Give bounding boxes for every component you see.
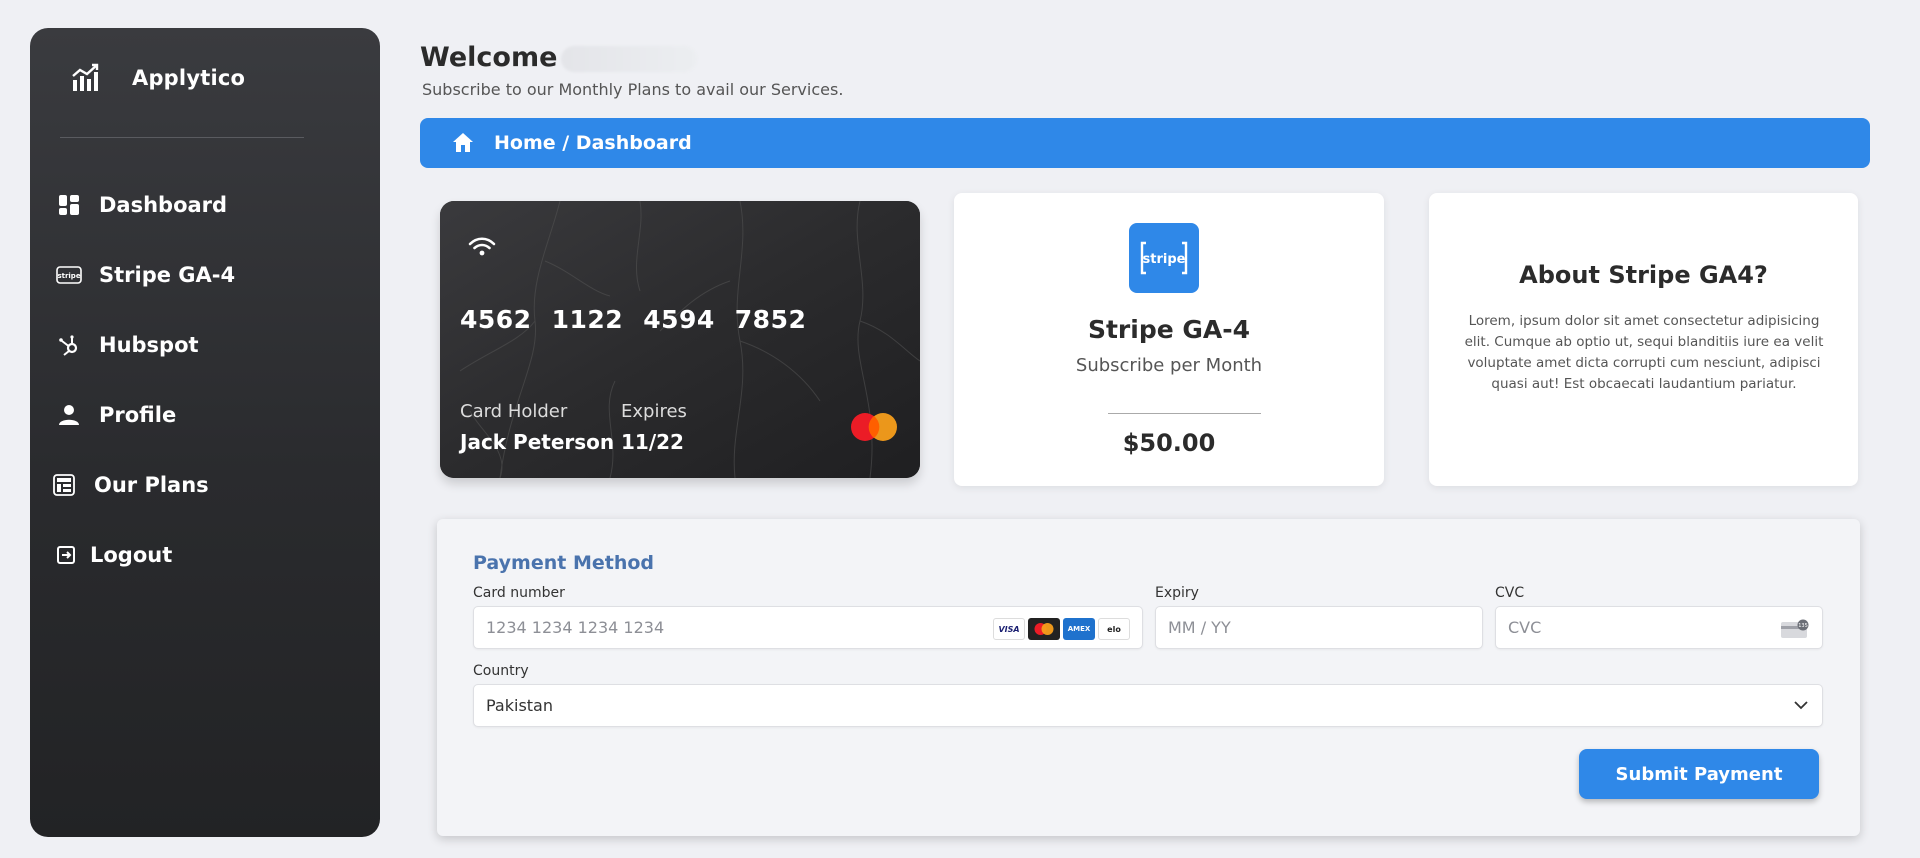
sidebar-item-our-plans[interactable]: Our Plans [30, 450, 380, 520]
sidebar-item-label: Hubspot [99, 333, 199, 357]
plan-card: stripe Stripe GA-4 Subscribe per Month $… [954, 193, 1384, 486]
mastercard-icon [1028, 618, 1060, 640]
country-value: Pakistan [486, 696, 553, 715]
card-expires-value: 11/22 [621, 430, 684, 454]
contactless-icon [468, 237, 496, 256]
plan-title: Stripe GA-4 [1087, 315, 1251, 344]
card-number-group: 1122 [551, 305, 624, 334]
card-number-group: 7852 [734, 305, 807, 334]
sidebar-item-label: Stripe GA-4 [99, 263, 236, 287]
dashboard-icon [55, 191, 83, 219]
expiry-input[interactable] [1168, 618, 1482, 637]
logout-icon [52, 541, 80, 569]
mastercard-logo-icon [851, 413, 897, 441]
breadcrumb: Home / Dashboard [420, 118, 1870, 168]
plan-price: $50.00 [1122, 429, 1216, 457]
svg-text:135: 135 [1798, 623, 1808, 629]
submit-payment-button[interactable]: Submit Payment [1579, 749, 1819, 799]
page-subtitle: Subscribe to our Monthly Plans to avail … [422, 80, 844, 99]
about-text: Lorem, ipsum dolor sit amet consectetur … [1464, 313, 1824, 392]
amex-icon: AMEX [1063, 618, 1095, 640]
country-label: Country [473, 663, 529, 679]
cvc-card-icon: 135 [1781, 619, 1809, 638]
card-number-label: Card number [473, 585, 565, 601]
sidebar-nav: Dashboard stripe Stripe GA-4 Hubspot Pro… [30, 170, 380, 590]
about-card: About Stripe GA4? Lorem, ipsum dolor sit… [1429, 193, 1858, 486]
plan-subtitle: Subscribe per Month [1075, 355, 1263, 376]
stripe-icon: stripe [55, 261, 83, 289]
svg-text:stripe: stripe [1143, 252, 1186, 267]
expiry-field[interactable] [1155, 606, 1483, 649]
sidebar-item-hubspot[interactable]: Hubspot [30, 310, 380, 380]
sidebar-divider [60, 137, 304, 138]
plan-divider [1108, 413, 1261, 414]
svg-text:stripe: stripe [57, 272, 80, 280]
card-number: 4562 1122 4594 7852 [460, 305, 826, 334]
elo-icon: elo [1098, 618, 1130, 640]
sidebar: Applytico Dashboard stripe Stripe GA-4 H… [30, 28, 380, 837]
chevron-down-icon [1794, 701, 1808, 710]
person-icon [55, 401, 83, 429]
sidebar-item-dashboard[interactable]: Dashboard [30, 170, 380, 240]
sidebar-item-label: Logout [90, 543, 173, 567]
card-expires-label: Expires [621, 401, 687, 422]
plans-icon [50, 471, 78, 499]
home-icon[interactable] [450, 130, 476, 156]
expiry-label: Expiry [1155, 585, 1199, 601]
sidebar-item-label: Dashboard [99, 193, 228, 217]
card-number-group: 4594 [643, 305, 715, 334]
payment-method-title: Payment Method [473, 552, 655, 574]
credit-card: 4562 1122 4594 7852 Card Holder Jack Pet… [440, 201, 920, 478]
blurred-username [561, 45, 698, 72]
brand-name: Applytico [132, 66, 246, 90]
breadcrumb-text[interactable]: Home / Dashboard [494, 132, 692, 154]
sidebar-item-label: Profile [99, 403, 177, 427]
sidebar-item-stripe[interactable]: stripe Stripe GA-4 [30, 240, 380, 310]
card-holder-name: Jack Peterson [460, 430, 615, 454]
bar-chart-icon [72, 63, 99, 91]
country-select[interactable]: Pakistan [473, 684, 1823, 727]
cvc-input[interactable] [1508, 618, 1822, 637]
welcome-text: Welcome [420, 42, 558, 73]
hubspot-icon [55, 331, 83, 359]
visa-icon: VISA [993, 618, 1025, 640]
card-brand-badges: VISA AMEX elo [990, 618, 1130, 640]
stripe-logo-icon: stripe [1129, 223, 1199, 293]
card-holder-label: Card Holder [460, 401, 568, 422]
cvc-label: CVC [1495, 585, 1525, 601]
cvc-field[interactable]: 135 [1495, 606, 1823, 649]
card-number-group: 4562 [460, 305, 532, 334]
brand[interactable]: Applytico [68, 60, 245, 96]
sidebar-item-label: Our Plans [94, 473, 209, 497]
about-title: About Stripe GA4? [1519, 261, 1768, 289]
page-title: Welcome [420, 42, 698, 73]
payment-panel: Payment Method Card number VISA AMEX elo… [437, 519, 1860, 836]
sidebar-item-logout[interactable]: Logout [30, 520, 380, 590]
sidebar-item-profile[interactable]: Profile [30, 380, 380, 450]
card-number-field[interactable]: VISA AMEX elo [473, 606, 1143, 649]
